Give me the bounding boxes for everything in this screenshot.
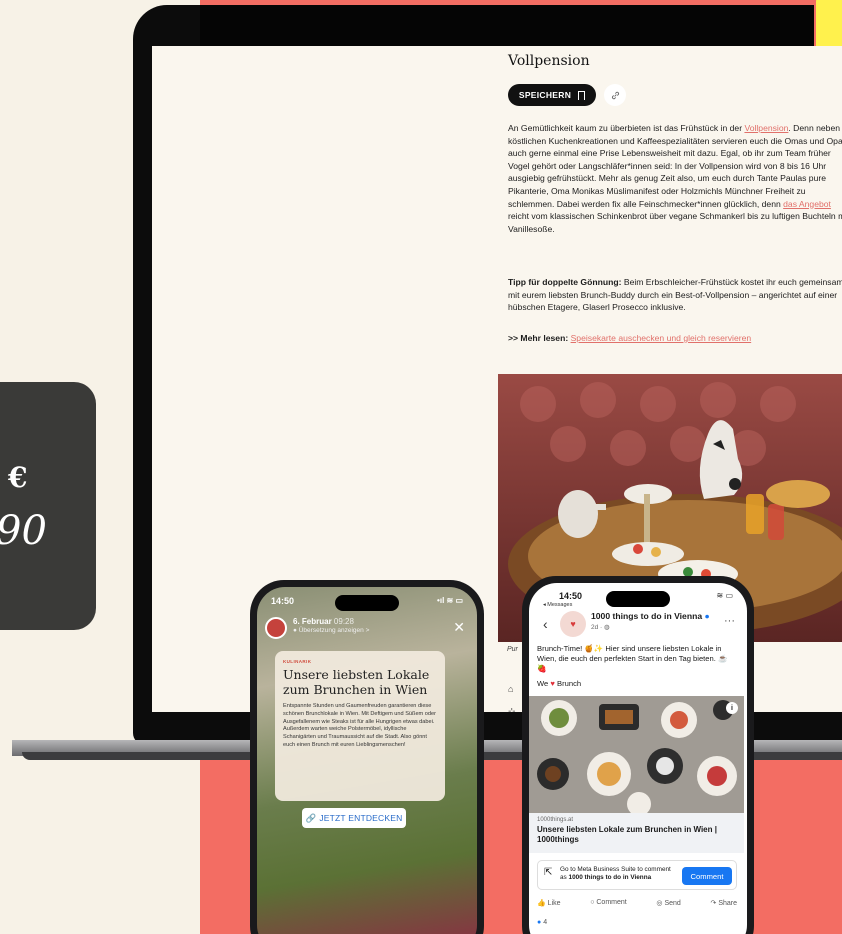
story-screen: 14:50 •ıl ≋ ▭ 6. Februar 09:28 ● Überset… (257, 587, 477, 934)
p1-text-b: . Denn neben köstlichen Kuchenkreationen… (508, 123, 842, 209)
laptop-top-bezel (200, 5, 842, 46)
close-icon[interactable]: ✕ (453, 619, 465, 636)
info-icon[interactable]: i (726, 702, 738, 714)
like-reaction-icon: ● (537, 919, 542, 926)
comment-icon: ○ (590, 899, 595, 906)
p1-text-c: reicht vom klassischen Schinkenbrot über… (508, 211, 842, 234)
tagline-we: We (537, 679, 549, 689)
story-date: 6. Februar (293, 617, 332, 626)
action-bar: 👍 Like ○ Comment ◎ Send ↷ Share (537, 899, 737, 907)
comment-label: Comment (596, 899, 627, 906)
share-icon: ↷ (710, 900, 717, 907)
meta-business-box: ⇱ Go to Meta Business Suite to comment a… (537, 860, 737, 890)
link-preview[interactable]: 1000things.at Unsere liebsten Lokale zum… (529, 813, 744, 853)
article-paragraph-1: An Gemütlichkeit kaum zu überbieten ist … (508, 122, 842, 235)
brunch-table-graphic (529, 696, 744, 813)
post-image[interactable]: i (529, 696, 744, 813)
status-time: 14:50 (559, 591, 583, 601)
story-body: Entspannte Stunden und Gaumenfreuden gar… (283, 703, 436, 748)
article-title: Vollpension (508, 53, 590, 69)
discover-button[interactable]: 🔗 JETZT ENTDECKEN (302, 808, 406, 828)
page-name-text: 1000 things to do in Vienna (591, 611, 703, 621)
like-label: Like (547, 900, 561, 907)
share-label: Share (718, 900, 737, 907)
story-header: 6. Februar 09:28 (293, 617, 354, 626)
post-meta: 2d · ◍ (591, 623, 610, 631)
price-card (0, 382, 96, 630)
read-more-label: >> Mehr lesen: (508, 333, 569, 343)
angebot-link[interactable]: das Angebot (783, 199, 831, 209)
send-icon: ◎ (656, 900, 663, 907)
translate-link[interactable]: ● Übersetzung anzeigen > (293, 627, 369, 634)
like-icon: 👍 (537, 900, 546, 907)
p1-text-a: An Gemütlichkeit kaum zu überbieten ist … (508, 123, 745, 133)
article-paragraph-2: Tipp für doppelte Gönnung: Beim Erbschle… (508, 276, 842, 314)
facebook-post: 14:50 ◂ Messages ≋ ▭ ‹ ♥ 1000 things to … (529, 583, 747, 934)
status-icons: ≋ ▭ (716, 591, 733, 600)
menu-reserve-link[interactable]: Speisekarte auschecken und gleich reserv… (571, 333, 752, 343)
translate-label: Übersetzung anzeigen > (298, 627, 370, 634)
bookmark-icon (578, 90, 586, 100)
save-button[interactable]: SPEICHERN (508, 84, 596, 106)
post-tagline: We ♥ Brunch (537, 679, 733, 689)
facebook-screen: 14:50 ◂ Messages ≋ ▭ ‹ ♥ 1000 things to … (529, 583, 747, 934)
meta-text-b: 1000 things to do in Vienna (568, 874, 652, 881)
globe-icon: ◍ (604, 624, 610, 631)
vollpension-link[interactable]: Vollpension (744, 123, 788, 133)
status-time: 14:50 (271, 596, 295, 606)
tag-icon: ⊹ (508, 706, 516, 712)
phone-story: 14:50 •ıl ≋ ▭ 6. Februar 09:28 ● Überset… (250, 580, 484, 934)
tagline-brunch: Brunch (557, 679, 582, 689)
phone-facebook: 14:50 ◂ Messages ≋ ▭ ‹ ♥ 1000 things to … (522, 576, 754, 934)
story-kicker: KULINARIK (283, 659, 312, 664)
discover-label: JETZT ENTDECKEN (319, 813, 403, 823)
story-avatar[interactable] (265, 617, 287, 639)
meta-business-text: Go to Meta Business Suite to comment as … (560, 866, 672, 882)
post-text-body: Brunch-Time! 🍯✨ Hier sind unsere liebste… (537, 644, 728, 673)
photo-caption: Pur (507, 646, 518, 653)
external-link-icon: ⇱ (544, 867, 553, 878)
share-button[interactable]: ↷ Share (710, 899, 737, 907)
more-icon[interactable]: ··· (724, 615, 735, 627)
comment-button[interactable]: ○ Comment (590, 899, 627, 907)
send-button[interactable]: ◎ Send (656, 899, 680, 907)
building-icon: ⌂ (508, 684, 514, 694)
post-age: 2d · (591, 624, 605, 631)
reaction-number: 4 (543, 919, 548, 926)
page-avatar[interactable]: ♥ (560, 611, 586, 637)
price-currency: € (8, 461, 28, 494)
reaction-count[interactable]: ● 4 (537, 919, 547, 926)
heart-icon: ♥ (550, 679, 555, 689)
post-text: Brunch-Time! 🍯✨ Hier sind unsere liebste… (537, 644, 733, 689)
comment-as-page-button[interactable]: Comment (682, 867, 732, 885)
back-to-messages[interactable]: ◂ Messages (543, 602, 572, 608)
dynamic-island (335, 595, 399, 611)
link-domain: 1000things.at (537, 817, 574, 823)
article-paragraph-3: >> Mehr lesen: Speisekarte auschecken un… (508, 332, 842, 345)
page-name[interactable]: 1000 things to do in Vienna ● (591, 611, 710, 621)
status-icons: •ıl ≋ ▭ (437, 596, 463, 605)
back-icon[interactable]: ‹ (543, 616, 548, 632)
story-card: KULINARIK Unsere liebsten Lokale zum Bru… (275, 651, 445, 801)
link-icon (611, 91, 619, 99)
story-title: Unsere liebsten Lokale zum Brunchen in W… (283, 667, 430, 697)
send-label: Send (664, 900, 681, 907)
like-button[interactable]: 👍 Like (537, 899, 561, 907)
price-value: 90 (0, 508, 47, 554)
story-clock: 09:28 (333, 617, 354, 626)
verified-icon: ● (704, 611, 710, 621)
tip-label: Tipp für doppelte Gönnung: (508, 277, 622, 287)
dynamic-island (606, 591, 670, 607)
save-button-label: SPEICHERN (518, 90, 572, 100)
copy-link-button[interactable] (604, 84, 626, 106)
link-title: Unsere liebsten Lokale zum Brunchen in W… (537, 825, 717, 844)
link-icon: 🔗 (305, 812, 317, 823)
